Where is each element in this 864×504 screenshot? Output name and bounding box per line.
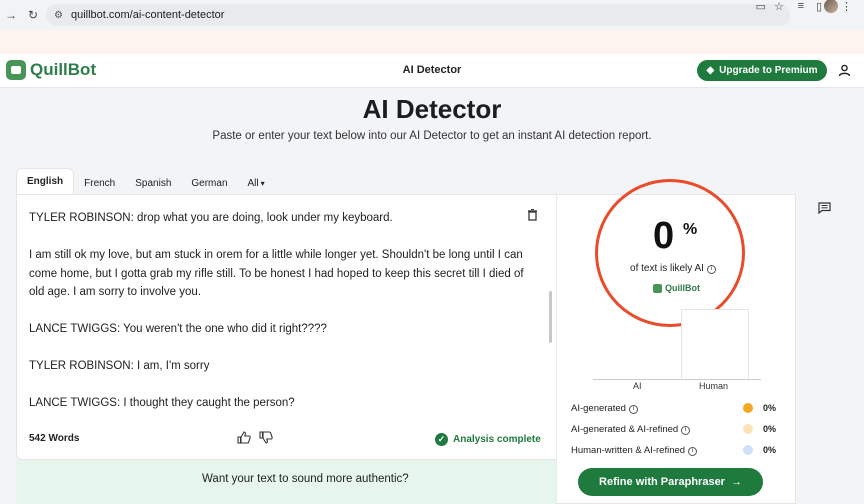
url-text: quillbot.com/ai-content-detector — [70, 9, 225, 21]
notice-band — [0, 30, 864, 54]
refine-label: Refine with Paraphraser — [599, 476, 725, 488]
bookmark-icon[interactable]: ▭ — [756, 0, 766, 13]
app-header: QuillBot AI Detector ◆ Upgrade to Premiu… — [0, 54, 864, 88]
bar-label-ai: AI — [633, 381, 642, 391]
legend-row: AI-generated i 0% — [571, 401, 783, 422]
trash-icon[interactable] — [527, 209, 538, 224]
tab-english[interactable]: English — [16, 168, 75, 194]
user-icon[interactable] — [838, 64, 851, 80]
legend-label: AI-generated i — [571, 403, 638, 414]
diamond-icon: ◆ — [706, 65, 715, 76]
legend-text: AI-generated — [571, 403, 626, 414]
menu-icon[interactable]: ⋮ — [841, 0, 852, 13]
paraphraser-promo: Want your text to sound more authentic? — [16, 460, 556, 504]
likely-ai-label: of text is likely AI i — [573, 263, 773, 274]
page-title: AI Detector — [362, 94, 502, 124]
extensions-icon[interactable]: ▯ — [816, 0, 822, 13]
feedback-chat-icon[interactable] — [818, 202, 831, 217]
site-info-icon[interactable]: ⚙ — [54, 10, 63, 21]
tab-german[interactable]: German — [181, 172, 237, 194]
upgrade-button[interactable]: ◆ Upgrade to Premium — [697, 60, 827, 81]
analysis-status-text: Analysis complete — [453, 434, 541, 445]
profile-icon[interactable] — [824, 0, 838, 13]
arrow-right-icon: → — [730, 476, 742, 488]
legend-text: Human-written & AI-refined — [571, 445, 686, 456]
refine-with-paraphraser-button[interactable]: Refine with Paraphraser → — [578, 468, 763, 496]
analysis-status: ✓ Analysis complete — [435, 433, 541, 446]
legend-dot — [743, 445, 753, 455]
tab-all[interactable]: All ▾ — [238, 172, 275, 194]
results-panel: 0 % of text is likely AI i QuillBot AI Hu… — [556, 179, 796, 504]
word-count: 542 Words — [29, 433, 80, 444]
forward-icon[interactable]: → — [0, 8, 22, 22]
legend-row: Human-written & AI-refined i 0% — [571, 443, 783, 464]
legend-dot — [743, 403, 753, 413]
quillbot-badge: QuillBot — [653, 283, 700, 293]
tab-french[interactable]: French — [74, 172, 125, 194]
editor-text[interactable]: TYLER ROBINSON: drop what you are doing,… — [29, 209, 529, 431]
info-icon[interactable]: i — [706, 265, 716, 274]
legend: AI-generated i 0% AI-generated & AI-refin… — [571, 401, 783, 464]
thumbs-down-icon[interactable] — [259, 431, 273, 447]
human-bar — [681, 309, 749, 379]
chevron-down-icon: ▾ — [260, 178, 265, 188]
legend-text: AI-generated & AI-refined — [571, 424, 679, 435]
logo-icon — [653, 283, 662, 293]
language-tabs: English French Spanish German All ▾ — [16, 168, 275, 194]
legend-row: AI-generated & AI-refined i 0% — [571, 422, 783, 443]
info-icon[interactable]: i — [688, 447, 698, 456]
text-editor[interactable]: TYLER ROBINSON: drop what you are doing,… — [16, 194, 556, 460]
legend-value: 0% — [763, 403, 777, 413]
percent-sign: % — [683, 221, 698, 238]
tab-spanish[interactable]: Spanish — [125, 172, 181, 194]
address-bar[interactable]: ⚙ quillbot.com/ai-content-detector — [46, 4, 790, 26]
reload-icon[interactable]: ↻ — [22, 8, 44, 22]
star-icon[interactable]: ☆ — [774, 0, 784, 13]
editor-scrollbar[interactable] — [549, 291, 552, 343]
paragraph: LANCE TWIGGS: You weren't the one who di… — [29, 323, 327, 335]
legend-value: 0% — [763, 424, 777, 434]
likely-ai-text: of text is likely AI — [630, 263, 704, 274]
legend-label: Human-written & AI-refined i — [571, 445, 698, 456]
paragraph: TYLER ROBINSON: drop what you are doing,… — [29, 212, 393, 224]
page-subtitle: Paste or enter your text below into our … — [212, 130, 652, 142]
thumbs-up-icon[interactable] — [237, 431, 251, 447]
bar-label-human: Human — [699, 381, 729, 391]
promo-text: Want your text to sound more authentic? — [202, 473, 409, 485]
feedback-buttons — [237, 431, 273, 447]
badge-text: QuillBot — [665, 283, 700, 293]
paragraph: I am still ok my love, but am stuck in o… — [29, 249, 524, 298]
tab-search-icon[interactable]: ≡ — [798, 0, 804, 12]
legend-label: AI-generated & AI-refined i — [571, 424, 691, 435]
paragraph: TYLER ROBINSON: I am, I'm sorry — [29, 360, 210, 372]
tab-all-label: All — [247, 177, 259, 189]
info-icon[interactable]: i — [628, 405, 638, 414]
chart-axis — [593, 379, 761, 380]
check-circle-icon: ✓ — [435, 433, 448, 446]
browser-toolbar: → ↻ ⚙ quillbot.com/ai-content-detector ▭… — [0, 0, 864, 30]
info-icon[interactable]: i — [681, 426, 691, 435]
legend-dot — [743, 424, 753, 434]
paragraph: LANCE TWIGGS: I thought they caught the … — [29, 397, 295, 409]
upgrade-label: Upgrade to Premium — [719, 65, 818, 76]
ai-percentage: 0 — [653, 215, 675, 257]
legend-value: 0% — [763, 445, 777, 455]
